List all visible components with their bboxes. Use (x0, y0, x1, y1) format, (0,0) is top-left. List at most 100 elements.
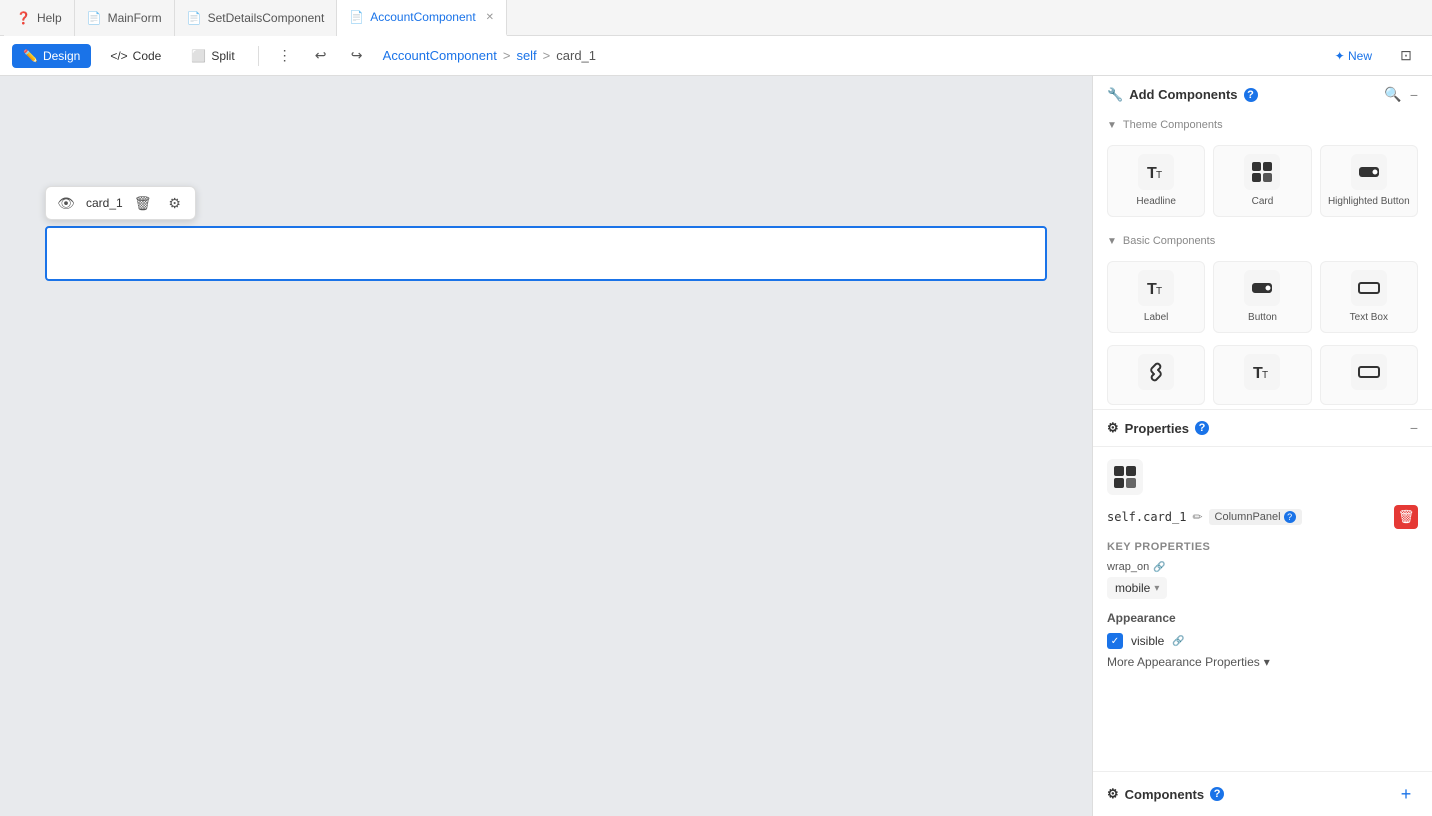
more-options-button[interactable]: ⋮ (271, 42, 299, 70)
button-label: Button (1248, 312, 1277, 324)
properties-collapse-icon[interactable]: − (1410, 420, 1418, 436)
tab-setdetails-label: SetDetailsComponent (208, 11, 325, 25)
split-button[interactable]: ⬜ Split (180, 44, 245, 68)
code-label: Code (133, 49, 162, 63)
add-components-collapse-icon[interactable]: − (1410, 87, 1418, 103)
delete-element-button[interactable]: 🗑 (131, 191, 155, 215)
properties-section: ⚙ Properties ? − s (1093, 410, 1432, 771)
component-highlighted-button[interactable]: Highlighted Button (1320, 145, 1418, 217)
more-appearance-button[interactable]: More Appearance Properties ▾ (1107, 655, 1418, 669)
text-box-icon (1351, 270, 1387, 306)
tab-account-close[interactable]: ✕ (486, 12, 494, 23)
add-components-help[interactable]: ? (1244, 88, 1258, 102)
breadcrumb-card: card_1 (556, 48, 596, 63)
design-icon: ✏️ (23, 49, 38, 63)
tab-help[interactable]: ❓ Help (4, 0, 75, 36)
float-card-label: card_1 (86, 196, 123, 210)
wrench-icon: 🔧 (1107, 87, 1123, 103)
label-label: Label (1144, 312, 1168, 324)
search-icon[interactable]: 🔍 (1384, 86, 1401, 103)
wrap-on-link-icon[interactable]: 🔗 (1153, 562, 1165, 573)
visible-row: ✓ visible 🔗 (1107, 633, 1418, 649)
add-components-title-row: 🔧 Add Components ? (1107, 87, 1258, 103)
component-headline[interactable]: TT Headline (1107, 145, 1205, 217)
components-bottom-title: Components (1125, 787, 1204, 802)
toolbar: ✏️ Design </> Code ⬜ Split ⋮ ↩ ↪ Account… (0, 36, 1432, 76)
mainform-tab-icon: 📄 (87, 11, 102, 25)
add-components-controls: 🔍 − (1384, 86, 1418, 103)
breadcrumb: AccountComponent > self > card_1 (383, 48, 596, 63)
card-label: Card (1252, 196, 1274, 208)
components-bottom-help[interactable]: ? (1210, 787, 1224, 801)
component-label[interactable]: TT Label (1107, 261, 1205, 333)
canvas-card-element[interactable] (45, 226, 1047, 281)
component-text2[interactable]: TT (1213, 345, 1311, 405)
component-text-box[interactable]: Text Box (1320, 261, 1418, 333)
wrap-on-select[interactable]: mobile ▾ (1107, 577, 1167, 599)
component-type-help[interactable]: ? (1284, 511, 1296, 523)
design-label: Design (43, 49, 80, 63)
component-type-badge: ColumnPanel ? (1209, 509, 1302, 525)
properties-header: ⚙ Properties ? − (1093, 410, 1432, 447)
undo-button[interactable]: ↩ (307, 42, 335, 70)
wrap-on-row: wrap_on 🔗 mobile ▾ (1107, 561, 1418, 599)
component-type-label: ColumnPanel (1215, 511, 1281, 523)
add-component-button[interactable]: + (1394, 782, 1418, 806)
svg-text:T: T (1156, 286, 1162, 297)
properties-component-name: self.card_1 (1107, 510, 1186, 524)
add-components-section: 🔧 Add Components ? 🔍 − ▼ Theme Component… (1093, 76, 1432, 410)
tab-setdetails[interactable]: 📄 SetDetailsComponent (175, 0, 338, 36)
tab-mainform[interactable]: 📄 MainForm (75, 0, 175, 36)
edit-name-button[interactable]: ✏ (1192, 510, 1202, 524)
headline-icon: TT (1138, 154, 1174, 190)
breadcrumb-self[interactable]: self (516, 48, 536, 63)
delete-component-button[interactable]: 🗑 (1394, 505, 1418, 529)
properties-title-row: ⚙ Properties ? (1107, 420, 1209, 436)
breadcrumb-sep-2: > (543, 48, 551, 63)
new-button[interactable]: ✦ New (1323, 45, 1384, 67)
code-button[interactable]: </> Code (99, 44, 172, 68)
theme-components-label[interactable]: ▼ Theme Components (1093, 113, 1432, 137)
theme-components-text: Theme Components (1123, 119, 1223, 131)
design-button[interactable]: ✏️ Design (12, 44, 91, 68)
visibility-toggle-button[interactable]: 👁 (54, 191, 78, 215)
appearance-label: Appearance (1107, 611, 1418, 625)
add-components-title: Add Components (1129, 87, 1237, 102)
link-icon (1138, 354, 1174, 390)
component-card[interactable]: Card (1213, 145, 1311, 217)
split-label: Split (211, 49, 234, 63)
properties-help[interactable]: ? (1195, 421, 1209, 435)
visible-checkbox[interactable]: ✓ (1107, 633, 1123, 649)
component-input2[interactable] (1320, 345, 1418, 405)
setdetails-tab-icon: 📄 (187, 11, 202, 25)
tab-account-label: AccountComponent (370, 10, 475, 24)
component-button[interactable]: Button (1213, 261, 1311, 333)
theme-chevron-icon: ▼ (1107, 120, 1117, 131)
settings-element-button[interactable]: ⚙ (163, 191, 187, 215)
key-properties-label: Key Properties (1107, 541, 1418, 553)
tab-bar: ❓ Help 📄 MainForm 📄 SetDetailsComponent … (0, 0, 1432, 36)
headline-label: Headline (1136, 196, 1175, 208)
components-bottom-left: ⚙ Components ? (1107, 786, 1224, 802)
layout-toggle-button[interactable]: ⊡ (1392, 42, 1420, 70)
canvas-area[interactable]: 👁 card_1 🗑 ⚙ (0, 76, 1092, 816)
basic-components-label[interactable]: ▼ Basic Components (1093, 229, 1432, 253)
theme-component-grid: TT Headline Card (1093, 137, 1432, 229)
tab-mainform-label: MainForm (108, 11, 162, 25)
component-link[interactable] (1107, 345, 1205, 405)
breadcrumb-root[interactable]: AccountComponent (383, 48, 497, 63)
card-icon (1244, 154, 1280, 190)
wrap-on-chevron-icon: ▾ (1154, 583, 1159, 594)
wrap-on-label: wrap_on 🔗 (1107, 561, 1418, 573)
float-toolbar: 👁 card_1 🗑 ⚙ (45, 186, 196, 220)
visible-link-icon[interactable]: 🔗 (1172, 636, 1184, 647)
tab-account[interactable]: 📄 AccountComponent ✕ (337, 0, 507, 36)
more-appearance-label: More Appearance Properties (1107, 655, 1260, 669)
svg-text:T: T (1156, 170, 1162, 181)
add-components-header: 🔧 Add Components ? 🔍 − (1093, 76, 1432, 113)
visible-label: visible (1131, 634, 1164, 648)
redo-button[interactable]: ↪ (343, 42, 371, 70)
code-icon: </> (110, 49, 127, 63)
wrap-on-value: mobile (1115, 581, 1150, 595)
properties-body: self.card_1 ✏ ColumnPanel ? 🗑 Key Proper… (1093, 447, 1432, 681)
